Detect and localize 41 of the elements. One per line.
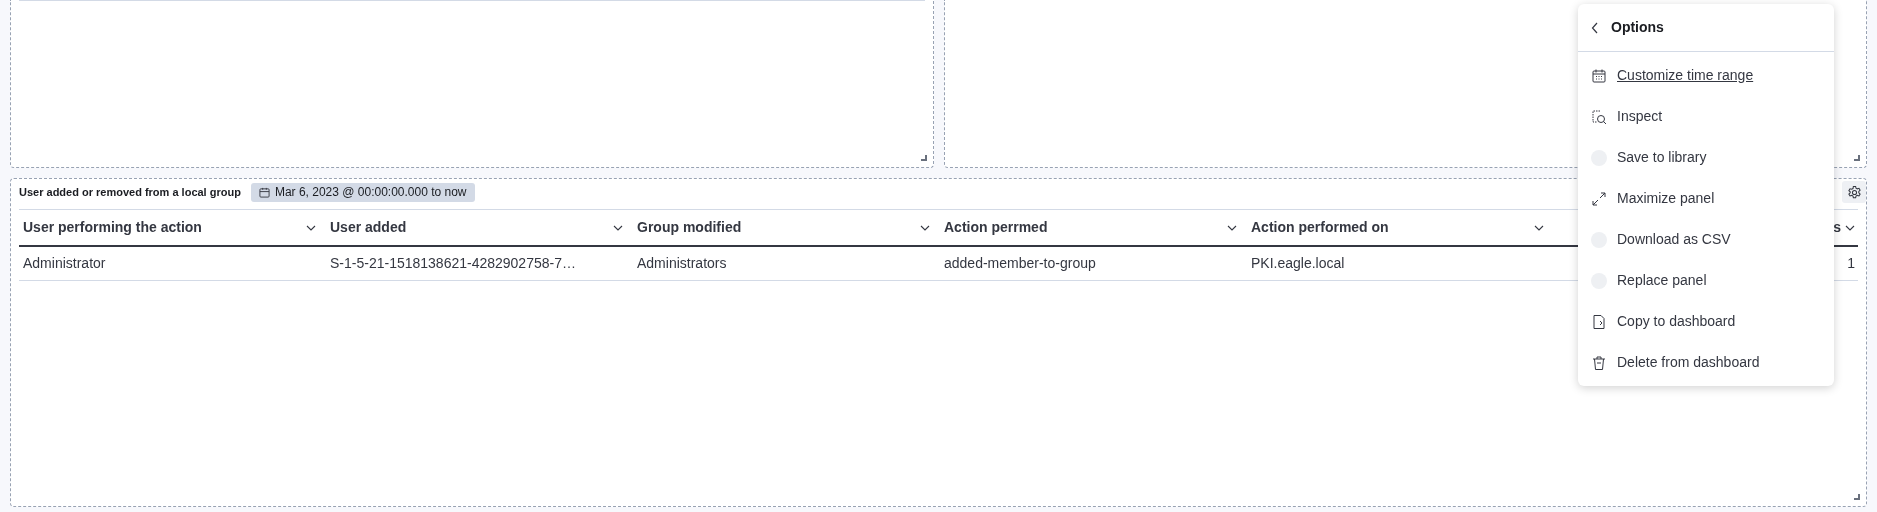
menu-title: Options <box>1611 18 1664 37</box>
column-header[interactable]: User added <box>330 217 407 238</box>
chevron-down-icon[interactable] <box>920 224 930 231</box>
calendar-icon <box>258 186 270 198</box>
table-cell-text: 1 <box>1847 254 1855 273</box>
menu-item[interactable]: Maximize panel <box>1578 178 1834 219</box>
menu-item[interactable]: Replace panel <box>1578 260 1834 301</box>
menu-item[interactable]: Download as CSV <box>1578 219 1834 260</box>
expand-icon <box>1591 190 1607 207</box>
table-cell-text: added-member-to-group <box>944 254 1096 273</box>
chevron-down-icon[interactable] <box>1227 224 1237 231</box>
table-cell-text: Administrator <box>23 254 106 273</box>
chevron-down-icon[interactable] <box>1845 224 1855 231</box>
menu-item[interactable]: Save to library <box>1578 137 1834 178</box>
trash-icon <box>1591 354 1607 371</box>
column-header[interactable]: User performing the action <box>23 217 202 238</box>
menu-item[interactable]: Inspect <box>1578 96 1834 137</box>
chevron-down-icon[interactable] <box>1534 224 1544 231</box>
settings-icon <box>1846 184 1862 200</box>
calendar-icon <box>1591 67 1607 84</box>
back-icon[interactable] <box>1591 21 1599 34</box>
table-cell-text: S-1-5-21-1518138621-4282902758-7… <box>330 254 576 273</box>
resize-handle-icon[interactable] <box>1854 155 1860 161</box>
column-header[interactable]: Group modified <box>637 217 742 238</box>
column-header[interactable]: Action perrmed <box>944 217 1048 238</box>
inspect-icon <box>1591 108 1607 125</box>
chevron-down-icon[interactable] <box>306 224 316 231</box>
chevron-down-icon[interactable] <box>613 224 623 231</box>
panel-title: User added or removed from a local group <box>19 184 241 200</box>
resize-handle-icon[interactable] <box>1854 494 1860 500</box>
menu-item[interactable]: Delete from dashboard <box>1578 342 1834 383</box>
settings-button[interactable] <box>1842 181 1866 203</box>
document-icon <box>1591 313 1607 330</box>
table-cell-text: Administrators <box>637 254 727 273</box>
time-range-badge[interactable]: Mar 6, 2023 @ 00:00:00.000 to now <box>250 182 475 202</box>
column-header[interactable]: s <box>1833 217 1841 238</box>
column-header[interactable]: Action performed on <box>1251 217 1389 238</box>
table-cell-text: PKI.eagle.local <box>1251 254 1345 273</box>
menu-item[interactable]: Copy to dashboard <box>1578 301 1834 342</box>
menu-item[interactable]: Customize time range <box>1578 55 1834 96</box>
resize-handle-icon[interactable] <box>920 155 927 161</box>
